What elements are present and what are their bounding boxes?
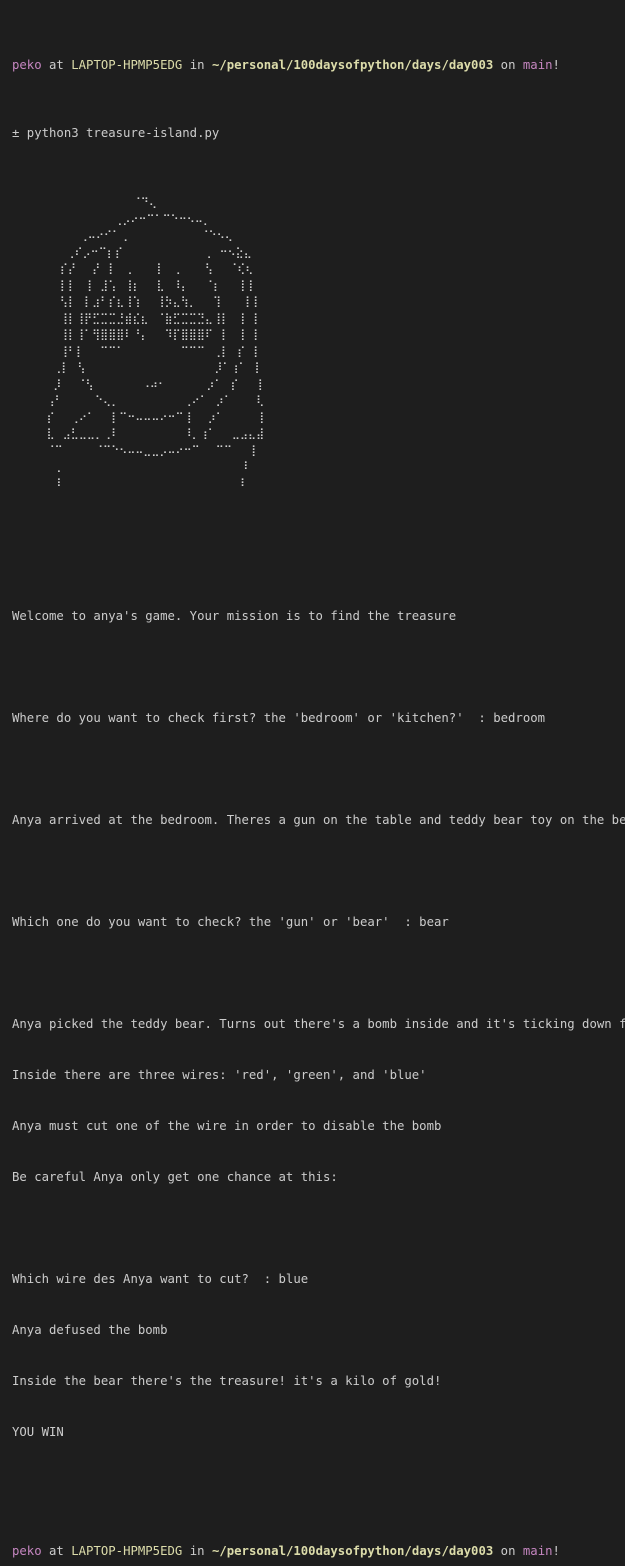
prompt-at: at	[41, 58, 72, 72]
output-question-1: Where do you want to check first? the 'b…	[12, 711, 546, 725]
prompt-user: peko	[12, 58, 42, 72]
output-defused: Anya defused the bomb	[12, 1323, 168, 1337]
output-picked: Anya picked the teddy bear. Turns out th…	[12, 1017, 625, 1031]
prompt-in: in	[182, 58, 212, 72]
prompt-path: ~/personal/100daysofpython/days/day003	[211, 58, 494, 72]
output-arrived: Anya arrived at the bedroom. Theres a gu…	[12, 813, 625, 827]
prompt-host: LAPTOP-HPMP5EDG	[71, 58, 183, 72]
prompt-bang: !	[552, 1544, 560, 1558]
command-line: ± python3 treasure-island.py	[12, 126, 220, 140]
prompt-on: on	[493, 58, 523, 72]
prompt-in: in	[182, 1544, 212, 1558]
output-wires: Inside there are three wires: 'red', 'gr…	[12, 1068, 427, 1082]
ascii-art-container: ⠈⠙⢄ ⠀⢀⡠⠔⠒⠉⠁⠉⠑⠒⠢⠤⡀ ⢀⠤⠔⠊⠁⢀⠀⠀⠀⠀⠀⠀⠀⠀⠀⠈⠑⠢⢄ ⢀⠎…	[12, 193, 625, 557]
prompt-host: LAPTOP-HPMP5EDG	[71, 1544, 183, 1558]
shell-prompt: peko at LAPTOP-HPMP5EDG in ~/personal/10…	[12, 57, 625, 74]
output-question-2: Which one do you want to check? the 'gun…	[12, 915, 449, 929]
output-treasure: Inside the bear there's the treasure! it…	[12, 1374, 442, 1388]
output-must-cut: Anya must cut one of the wire in order t…	[12, 1119, 442, 1133]
prompt-path: ~/personal/100daysofpython/days/day003	[211, 1544, 494, 1558]
output-win: YOU WIN	[12, 1425, 64, 1439]
prompt-user: peko	[12, 1544, 42, 1558]
shell-prompt-2: peko at LAPTOP-HPMP5EDG in ~/personal/10…	[12, 1543, 625, 1560]
prompt-branch: main	[522, 1544, 553, 1558]
prompt-branch: main	[522, 58, 553, 72]
output-question-3: Which wire des Anya want to cut? : blue	[12, 1272, 309, 1286]
prompt-at: at	[41, 1544, 72, 1558]
prompt-on: on	[493, 1544, 523, 1558]
terminal-window[interactable]: peko at LAPTOP-HPMP5EDG in ~/personal/10…	[0, 0, 625, 1558]
prompt-bang: !	[552, 58, 560, 72]
anya-ascii-art: ⠈⠙⢄ ⠀⢀⡠⠔⠒⠉⠁⠉⠑⠒⠢⠤⡀ ⢀⠤⠔⠊⠁⢀⠀⠀⠀⠀⠀⠀⠀⠀⠀⠈⠑⠢⢄ ⢀⠎…	[46, 196, 265, 490]
output-welcome: Welcome to anya's game. Your mission is …	[12, 609, 457, 623]
output-careful: Be careful Anya only get one chance at t…	[12, 1170, 338, 1184]
